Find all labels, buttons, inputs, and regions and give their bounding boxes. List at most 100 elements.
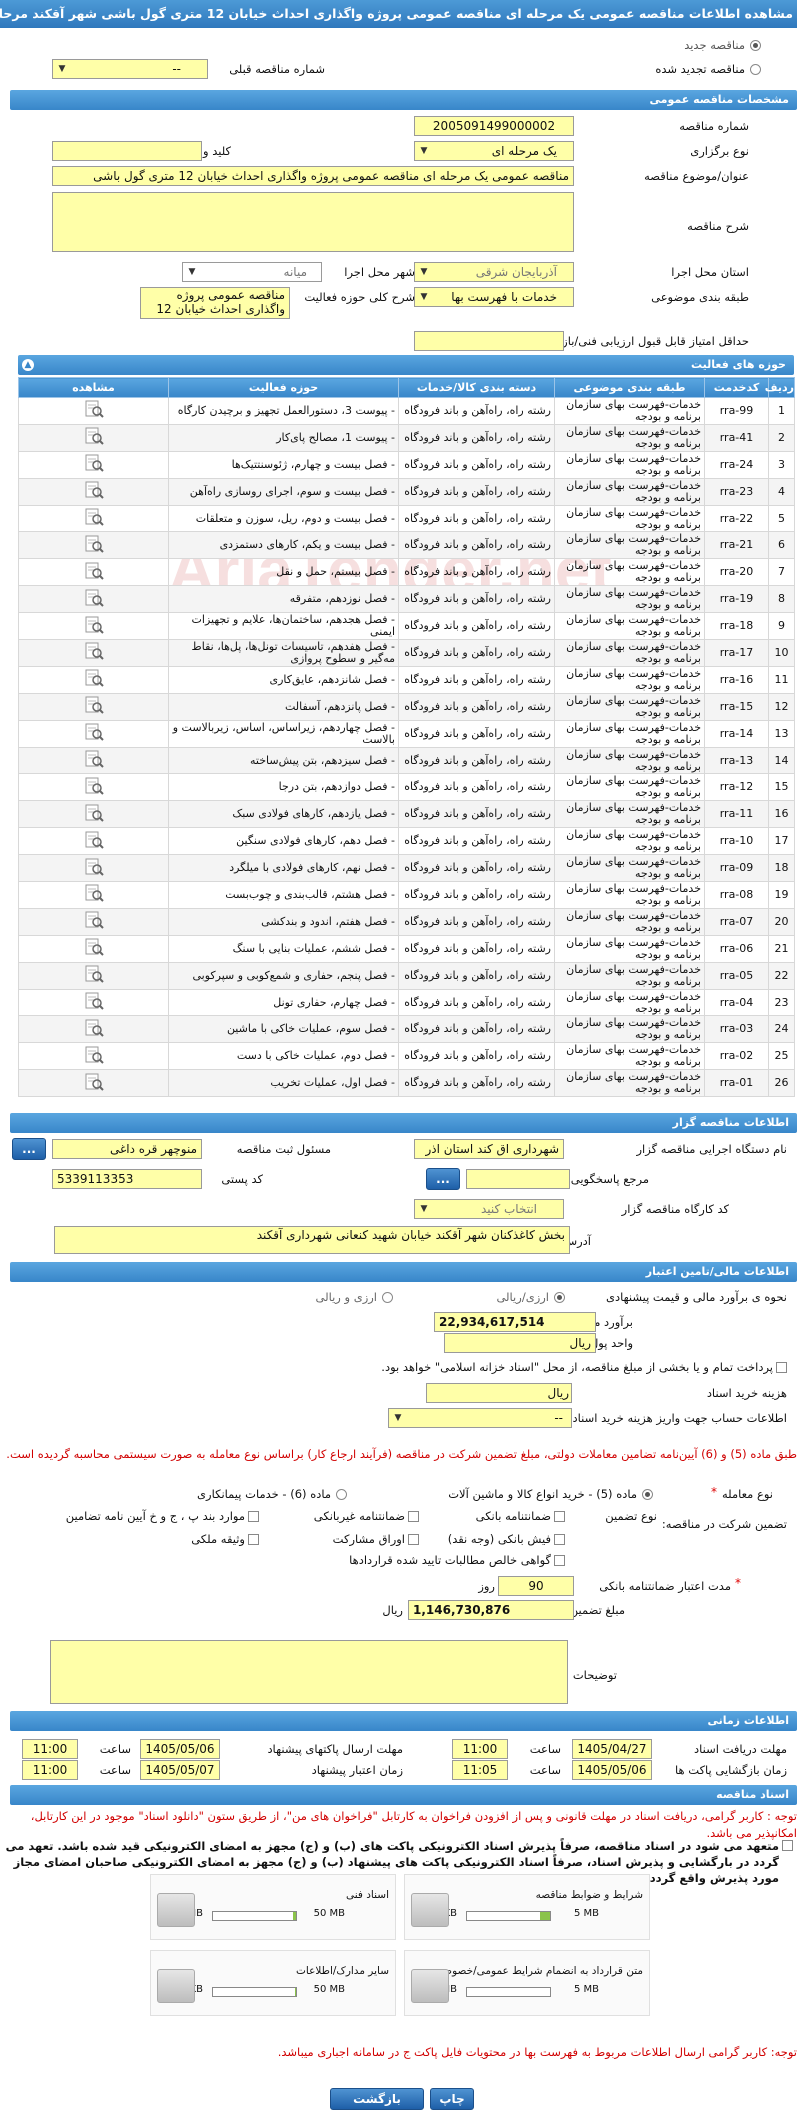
validity-date-field: 1405/05/07	[140, 1760, 220, 1780]
print-button[interactable]: چاپ	[430, 2088, 474, 2110]
holding-type-label: نوع برگزاری	[690, 144, 749, 158]
magnifier-icon[interactable]	[84, 831, 104, 849]
magnifier-icon[interactable]	[84, 884, 104, 903]
magnifier-icon[interactable]	[84, 965, 104, 983]
province-select[interactable]: ▼ آذربایجان شرقی	[414, 262, 574, 282]
docs-section-header: اسناد مناقصه	[10, 1785, 797, 1805]
table-cell: rra-16	[704, 665, 769, 694]
magnifier-icon[interactable]	[84, 750, 104, 768]
magnifier-icon[interactable]	[84, 535, 104, 553]
new-tender-radio[interactable]	[750, 40, 761, 51]
magnifier-icon[interactable]	[84, 616, 104, 634]
receivables-checkbox[interactable]	[554, 1555, 565, 1566]
magnifier-icon[interactable]	[84, 481, 104, 499]
table-cell: 23	[768, 988, 795, 1017]
scope-listbox[interactable]: مناقصه عمومی پروژه واگذاری احداث خیابان …	[140, 287, 290, 319]
timing-section-header: اطلاعات زمانی	[10, 1711, 797, 1731]
prev-tender-select[interactable]: ▼ --	[52, 59, 208, 79]
magnifier-icon[interactable]	[84, 642, 104, 661]
table-row: 3 rra-24 خدمات-فهرست بهای سازمان برنامه و …	[18, 450, 795, 479]
magnifier-icon[interactable]	[84, 669, 104, 688]
deal-article6-radio[interactable]	[336, 1489, 347, 1500]
treasury-checkbox[interactable]	[776, 1362, 787, 1373]
file-name: سایر مدارک/اطلاعات	[296, 1965, 389, 1977]
magnifier-icon[interactable]	[84, 562, 104, 580]
account-select[interactable]: ▼ --	[388, 1408, 572, 1428]
table-cell: خدمات-فهرست بهای سازمان برنامه و بودجه	[554, 665, 705, 694]
table-cell: خدمات-فهرست بهای سازمان برنامه و بودجه	[554, 827, 705, 856]
table-cell: rra-11	[704, 800, 769, 829]
back-button[interactable]: بازگشت	[330, 2088, 424, 2110]
magnifier-icon[interactable]	[84, 911, 104, 930]
deal-article5-radio[interactable]	[642, 1489, 653, 1500]
bonds-checkbox[interactable]	[408, 1534, 419, 1545]
chevron-down-icon: ▼	[420, 1204, 428, 1214]
category-select[interactable]: ▼ خدمات با فهرست بها	[414, 287, 574, 307]
keyword-input[interactable]	[52, 141, 202, 161]
view-cell	[18, 531, 169, 560]
table-cell: - پیوست 1، مصالح پای‌کار	[168, 423, 399, 452]
folder-icon	[411, 1893, 449, 1927]
opening-time-label: زمان بازگشایی پاکت ها	[675, 1763, 787, 1777]
cash-deposit-checkbox[interactable]	[554, 1534, 565, 1545]
table-cell: رشته راه، راه‌آهن و باند فرودگاه	[398, 961, 555, 990]
renewed-tender-radio[interactable]	[750, 64, 761, 75]
magnifier-icon[interactable]	[84, 508, 104, 526]
magnifier-icon[interactable]	[84, 1046, 104, 1064]
description-textarea[interactable]	[52, 192, 574, 252]
currency-and-rial-radio[interactable]	[382, 1292, 393, 1303]
magnifier-icon[interactable]	[84, 589, 104, 607]
document-file-box[interactable]: شرایط و ضوابط مناقصه604 KB5 MB	[404, 1874, 650, 1940]
city-select[interactable]: ▼ میانه	[182, 262, 322, 282]
magnifier-icon[interactable]	[84, 400, 104, 419]
folder-icon	[157, 1893, 195, 1927]
magnifier-icon[interactable]	[84, 858, 104, 876]
workshop-select[interactable]: ▼ انتخاب کنید	[414, 1199, 564, 1219]
notes-textarea[interactable]	[50, 1640, 568, 1704]
property-collateral-label: وثیقه ملکی	[191, 1532, 245, 1546]
deal-article5-label: ماده (5) - خرید انواع کالا و ماشین آلات	[448, 1487, 637, 1501]
table-cell: خدمات-فهرست بهای سازمان برنامه و بودجه	[554, 612, 705, 641]
collapse-icon[interactable]: ▲	[22, 359, 34, 371]
magnifier-icon[interactable]	[84, 1073, 104, 1091]
document-file-box[interactable]: سایر مدارک/اطلاعات188 KB50 MB	[150, 1950, 396, 2016]
clause-items-checkbox[interactable]	[248, 1511, 259, 1522]
subject-field: مناقصه عمومی یک مرحله ای مناقصه عمومی پر…	[52, 166, 574, 186]
magnifier-icon[interactable]	[84, 1019, 104, 1037]
table-cell: خدمات-فهرست بهای سازمان برنامه و بودجه	[554, 558, 705, 587]
table-cell: - پیوست 3، دستورالعمل تجهیز و برچیدن کار…	[168, 397, 399, 425]
view-cell	[18, 907, 169, 936]
table-cell: 6	[768, 531, 795, 560]
table-cell: - فصل چهارم، حفاری تونل	[168, 988, 399, 1017]
table-cell: خدمات-فهرست بهای سازمان برنامه و بودجه	[554, 531, 705, 560]
magnifier-icon[interactable]	[84, 938, 104, 956]
magnifier-icon[interactable]	[84, 804, 104, 822]
table-row: 4 rra-23 خدمات-فهرست بهای سازمان برنامه و …	[18, 477, 795, 506]
magnifier-icon[interactable]	[84, 696, 104, 714]
reference-lookup-button[interactable]: ...	[426, 1168, 460, 1190]
required-mark: *	[711, 1485, 717, 1499]
magnifier-icon[interactable]	[84, 427, 104, 446]
property-collateral-checkbox[interactable]	[248, 1534, 259, 1545]
column-header: طبقه بندی موضوعی	[554, 377, 705, 398]
document-file-box[interactable]: اسناد فنی1.66 MB50 MB	[150, 1874, 396, 1940]
table-cell: - فصل سوم، عملیات خاکی با ماشین	[168, 1015, 399, 1044]
table-cell: 2	[768, 423, 795, 452]
table-cell: رشته راه، راه‌آهن و باند فرودگاه	[398, 612, 555, 641]
holding-type-select[interactable]: ▼ یک مرحله ای	[414, 141, 574, 161]
magnifier-icon[interactable]	[84, 454, 104, 472]
currency-rial-label: ارزی/ریالی	[496, 1290, 549, 1304]
currency-rial-radio[interactable]	[554, 1292, 565, 1303]
responsible-lookup-button[interactable]: ...	[12, 1138, 46, 1160]
document-file-box[interactable]: متن قرارداد به انضمام شرایط عمومی/خصوصی0…	[404, 1950, 650, 2016]
magnifier-icon[interactable]	[84, 777, 104, 795]
bank-guarantee-checkbox[interactable]	[554, 1511, 565, 1522]
magnifier-icon[interactable]	[84, 723, 104, 741]
table-cell: - فصل هفتم، اندود و بندکشی	[168, 907, 399, 936]
nonbank-guarantee-checkbox[interactable]	[408, 1511, 419, 1522]
table-row: 13 rra-14 خدمات-فهرست بهای سازمان برنامه و…	[18, 719, 795, 748]
magnifier-icon[interactable]	[84, 992, 104, 1010]
view-cell	[18, 961, 169, 990]
table-cell: - فصل دهم، کارهای فولادی سنگین	[168, 827, 399, 856]
table-cell: 11	[768, 665, 795, 694]
